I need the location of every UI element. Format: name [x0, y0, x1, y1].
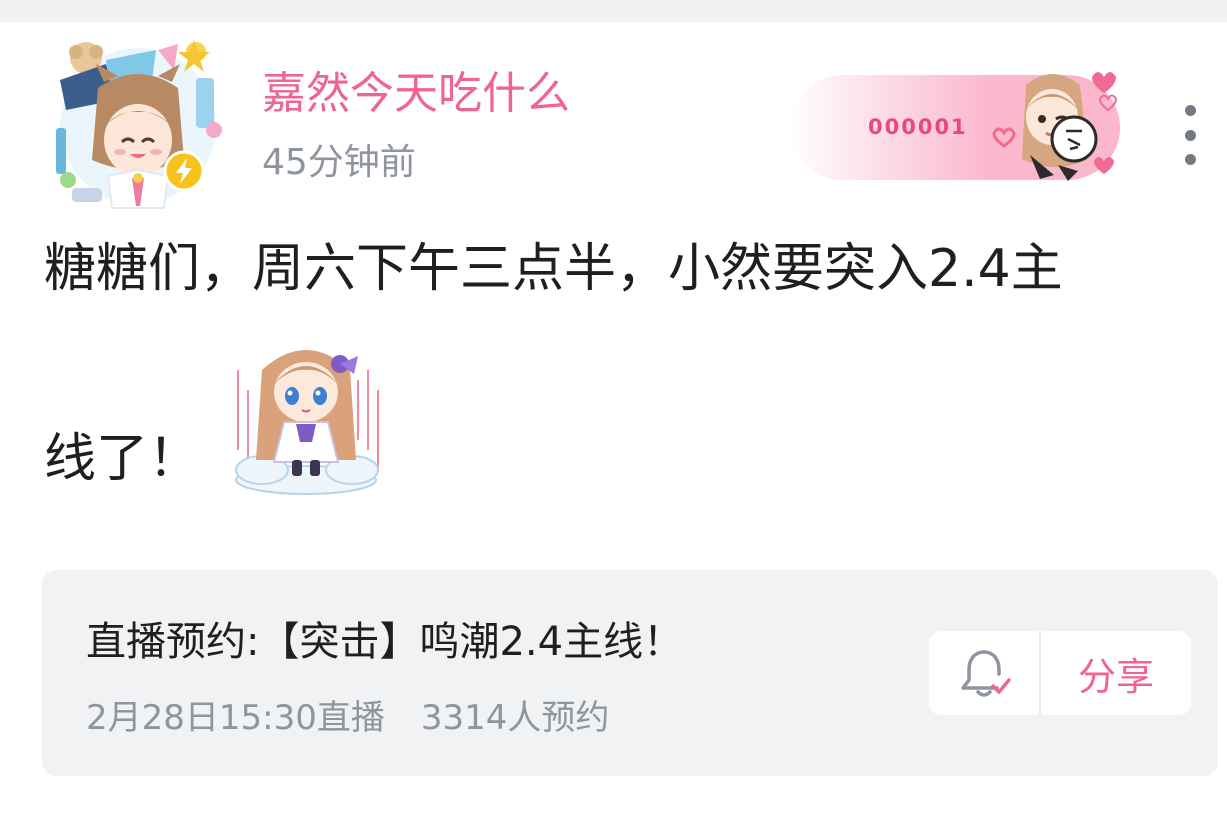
- reservation-count: 3314人预约: [420, 698, 610, 738]
- reserve-bell-button[interactable]: [929, 631, 1039, 715]
- vtuber-avatar-icon: [56, 40, 222, 209]
- fan-badge-character-icon: [992, 72, 1118, 181]
- more-dot-icon: [1184, 154, 1196, 165]
- fan-badge-number: 000001: [868, 115, 968, 139]
- fan-badge[interactable]: 000001: [720, 55, 1130, 190]
- live-reservation-card[interactable]: 直播预约:【突击】鸣潮2.4主线！ 2月28日15:30直播 3314人预约 分享: [42, 570, 1218, 776]
- more-options-button[interactable]: [1170, 105, 1210, 165]
- top-separator-bar: [0, 0, 1227, 22]
- author-avatar[interactable]: [46, 30, 231, 222]
- reservation-title: 直播预约:【突击】鸣潮2.4主线！: [86, 619, 684, 665]
- more-dot-icon: [1184, 105, 1196, 116]
- post-text-line-1: 糖糖们，周六下午三点半，小然要突入2.4主: [44, 239, 1063, 299]
- author-name[interactable]: 嘉然今天吃什么: [262, 68, 570, 121]
- post-timestamp: 45分钟前: [262, 142, 416, 183]
- post-emote: [222, 330, 390, 498]
- reservation-datetime: 2月28日15:30直播: [86, 698, 385, 738]
- post-text-line-2: 线了！: [44, 429, 201, 489]
- chibi-character-emote-icon: [235, 350, 379, 495]
- share-button[interactable]: 分享: [1041, 631, 1191, 715]
- reservation-actions: 分享: [929, 631, 1191, 715]
- reservation-meta: 2月28日15:30直播 3314人预约: [86, 698, 609, 739]
- lightning-badge-icon: [163, 150, 205, 192]
- more-dot-icon: [1184, 129, 1196, 141]
- bell-check-icon: [961, 650, 1011, 697]
